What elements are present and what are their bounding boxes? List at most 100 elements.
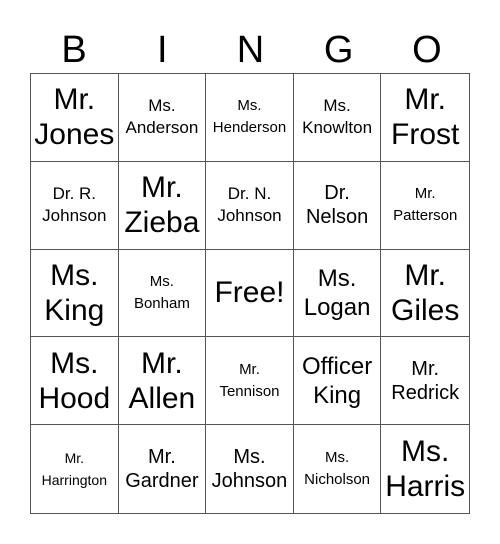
header-letter-g: G	[323, 29, 354, 71]
cell-text: Mr. Allen	[129, 346, 196, 416]
bingo-cell[interactable]: Ms. Henderson	[206, 74, 294, 162]
header-letter-n: N	[236, 29, 265, 71]
cell-title: Dr.	[324, 182, 350, 205]
bingo-cell[interactable]: Ms. Hood	[31, 337, 119, 426]
cell-name: King	[313, 381, 362, 409]
cell-text: Mr. Frost	[391, 82, 459, 152]
cell-text: Mr. Gardner	[125, 445, 198, 493]
cell-name: Johnson	[42, 206, 107, 226]
bingo-cell[interactable]: Ms. Nicholson	[294, 425, 382, 513]
bingo-cell[interactable]: Officer King	[293, 337, 382, 426]
bingo-cell[interactable]: Dr. Nelson	[293, 161, 382, 250]
bingo-cell[interactable]: Mr. Gardner	[119, 425, 207, 513]
bingo-cell[interactable]: Ms. Anderson	[118, 74, 207, 162]
cell-title: Ms.	[325, 449, 350, 467]
cell-text: Mr. Tennison	[219, 359, 279, 403]
cell-title: Ms.	[50, 258, 99, 292]
cell-title: Ms.	[50, 346, 99, 380]
bingo-cell[interactable]: Mr. Zieba	[118, 161, 207, 250]
bingo-cell[interactable]: Ms. Bonham	[118, 249, 207, 338]
bingo-cell[interactable]: Mr. Patterson	[381, 162, 469, 250]
cell-name: Redrick	[391, 381, 460, 404]
cell-title: Mr.	[411, 357, 440, 380]
cell-text: Ms. Bonham	[134, 271, 190, 315]
header-letter-o: O	[412, 29, 442, 71]
cell-text: Ms. King	[44, 258, 104, 328]
cell-text: Ms. Johnson	[212, 445, 288, 493]
bingo-cell[interactable]: Ms. Logan	[293, 249, 382, 338]
cell-name: Anderson	[125, 118, 199, 138]
cell-name: Harris	[385, 470, 466, 504]
cell-name: Henderson	[212, 119, 287, 137]
cell-name: Patterson	[393, 207, 458, 225]
cell-name: Gardner	[125, 470, 199, 493]
cell-name: Giles	[391, 293, 460, 327]
cell-text: Dr. R. Johnson	[42, 183, 106, 227]
cell-title: Mr.	[148, 446, 176, 469]
cell-text: Dr. Nelson	[306, 181, 368, 229]
header-letter-i: I	[157, 29, 168, 71]
bingo-cell[interactable]: Ms. Harris	[381, 425, 469, 513]
cell-name: Jones	[34, 118, 115, 152]
free-space-cell[interactable]: Free!	[206, 249, 294, 338]
cell-title: Dr. R.	[52, 184, 97, 204]
bingo-cell[interactable]: Ms. Knowlton	[293, 74, 382, 162]
cell-name: Nicholson	[304, 471, 371, 489]
bingo-cell[interactable]: Mr. Giles	[381, 250, 469, 338]
cell-text: Mr. Harrington	[42, 447, 107, 491]
cell-name: Johnson	[217, 206, 282, 226]
bingo-card-grid: Mr. Jones Ms. Anderson Ms. Henderson Ms. Knowlt…	[30, 73, 470, 514]
cell-name: Logan	[303, 293, 371, 321]
cell-text: Mr. Patterson	[393, 183, 457, 227]
cell-title: Mr.	[141, 346, 183, 380]
cell-text: Mr. Jones	[34, 82, 114, 152]
cell-name: Zieba	[124, 206, 200, 240]
cell-name: Harrington	[41, 472, 107, 489]
cell-title: Mr.	[141, 171, 183, 205]
bingo-cell[interactable]: Dr. N. Johnson	[206, 161, 294, 250]
cell-title: Dr. N.	[227, 184, 272, 204]
cell-text: Ms. Hood	[38, 346, 110, 416]
cell-title: Ms.	[148, 96, 176, 116]
cell-title: Mr.	[404, 258, 447, 292]
cell-title: Officer	[301, 352, 373, 380]
cell-name: King	[44, 293, 105, 327]
bingo-cell[interactable]: Mr. Frost	[381, 74, 469, 162]
cell-text: Officer King	[302, 352, 372, 410]
cell-title: Ms.	[323, 96, 351, 116]
cell-name: Johnson	[211, 470, 288, 493]
cell-text: Mr. Redrick	[391, 357, 459, 405]
bingo-cell[interactable]: Ms. Johnson	[206, 425, 294, 513]
cell-title: Ms.	[317, 264, 357, 292]
cell-text: Ms. Nicholson	[304, 447, 370, 491]
cell-title: Mr.	[239, 360, 260, 378]
cell-title: Mr.	[404, 83, 447, 117]
cell-title: Ms.	[237, 97, 262, 115]
bingo-cell[interactable]: Dr. R. Johnson	[31, 161, 119, 250]
cell-text: Ms. Anderson	[126, 95, 199, 139]
cell-text: Mr. Zieba	[124, 170, 199, 240]
cell-title: Ms.	[149, 272, 174, 290]
bingo-cell[interactable]: Mr. Tennison	[206, 337, 294, 426]
bingo-cell[interactable]: Ms. King	[31, 249, 119, 338]
bingo-cell[interactable]: Mr. Allen	[118, 337, 207, 426]
cell-text: Ms. Harris	[385, 434, 465, 504]
cell-name: Hood	[38, 381, 111, 415]
cell-title: Free!	[214, 276, 285, 310]
cell-title: Ms.	[401, 435, 450, 469]
bingo-cell[interactable]: Mr. Harrington	[31, 425, 119, 513]
cell-title: Mr.	[53, 83, 96, 117]
cell-name: Knowlton	[302, 118, 373, 138]
bingo-cell[interactable]: Mr. Jones	[31, 74, 119, 162]
cell-name: Tennison	[219, 382, 280, 400]
cell-title: Ms.	[233, 446, 266, 469]
header-letter-b: B	[61, 29, 87, 71]
bingo-cell[interactable]: Mr. Redrick	[381, 337, 469, 426]
cell-text: Ms. Logan	[304, 264, 371, 322]
cell-name: Nelson	[305, 206, 369, 229]
cell-name: Bonham	[133, 294, 190, 312]
cell-name: Frost	[391, 118, 460, 152]
cell-text: Mr. Giles	[391, 258, 459, 328]
bingo-header: B I N G O	[30, 28, 471, 72]
cell-title: Mr.	[414, 185, 436, 203]
